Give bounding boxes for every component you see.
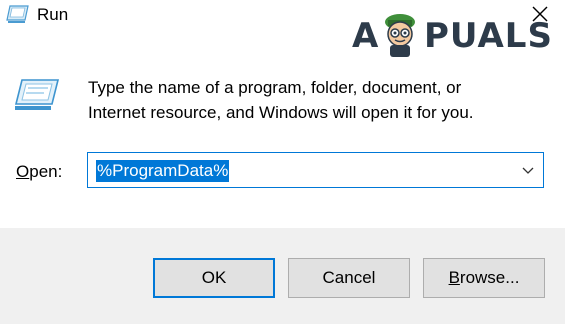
open-label-accelerator: O [16, 162, 30, 181]
open-input-value[interactable]: %ProgramData% [97, 161, 228, 180]
browse-button[interactable]: Browse... [423, 258, 545, 298]
dialog-description: Type the name of a program, folder, docu… [88, 75, 548, 125]
chevron-down-icon[interactable] [521, 164, 535, 178]
open-combobox[interactable]: %ProgramData% [87, 152, 544, 188]
open-label-text: pen: [29, 162, 63, 181]
browse-button-label: Browse... [449, 268, 520, 288]
watermark-text-right: PUALS [424, 16, 553, 56]
cancel-button-label: Cancel [322, 268, 376, 287]
ok-button-label: OK [201, 268, 227, 287]
ok-button[interactable]: OK [153, 258, 275, 298]
run-dialog: Run A PUALS Type the name of a program, … [0, 0, 565, 324]
run-icon [6, 3, 30, 25]
cancel-button[interactable]: Cancel [288, 258, 410, 298]
open-selection-highlight: %ProgramData% [96, 160, 230, 182]
browse-accelerator: B [448, 268, 460, 287]
window-title: Run [37, 5, 69, 24]
watermark-text-left: A [352, 16, 380, 56]
browse-label-rest: rowse... [459, 268, 520, 287]
description-line-1: Type the name of a program, folder, docu… [88, 78, 462, 97]
mascot-icon [378, 8, 422, 58]
run-app-icon [14, 78, 60, 112]
open-label: Open: [16, 162, 62, 182]
watermark-logo: A PUALS [352, 6, 562, 62]
description-line-2: Internet resource, and Windows will open… [88, 103, 474, 122]
